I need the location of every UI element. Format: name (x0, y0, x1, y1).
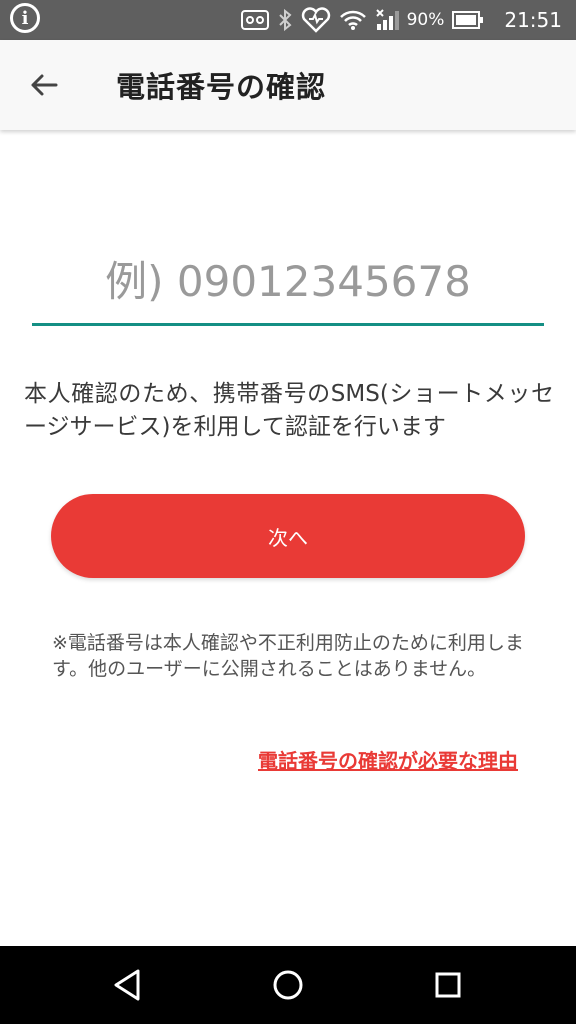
arrow-left-icon[interactable] (28, 69, 60, 101)
battery-percent: 90% (406, 10, 445, 30)
status-right: 90% 21:51 (240, 0, 562, 40)
back-triangle-icon[interactable] (110, 967, 146, 1003)
status-bar: i 90% 21:51 (0, 0, 576, 40)
signal-icon (375, 9, 399, 30)
clock: 21:51 (504, 8, 562, 32)
voicemail-icon (240, 10, 269, 30)
phone-number-input[interactable] (32, 240, 544, 326)
privacy-notice: ※電話番号は本人確認や不正利用防止のために利用します。他のユーザーに公開されるこ… (52, 632, 524, 680)
next-button[interactable]: 次へ (51, 494, 525, 578)
status-left: i (10, 3, 40, 33)
wifi-icon (339, 10, 366, 30)
home-circle-icon[interactable] (270, 967, 306, 1003)
sms-description: 本人確認のため、携帯番号のSMS(ショートメッセージサービス)を利用して認証を行… (24, 381, 554, 440)
recents-square-icon[interactable] (430, 967, 466, 1003)
nav-bar (0, 946, 576, 1024)
page-title: 電話番号の確認 (116, 70, 327, 104)
info-icon: i (10, 3, 40, 33)
bluetooth-icon (278, 8, 292, 32)
heart-icon (301, 7, 330, 33)
app-bar: 電話番号の確認 (0, 40, 576, 130)
why-verify-link[interactable]: 電話番号の確認が必要な理由 (258, 745, 518, 774)
battery-icon (452, 11, 484, 29)
